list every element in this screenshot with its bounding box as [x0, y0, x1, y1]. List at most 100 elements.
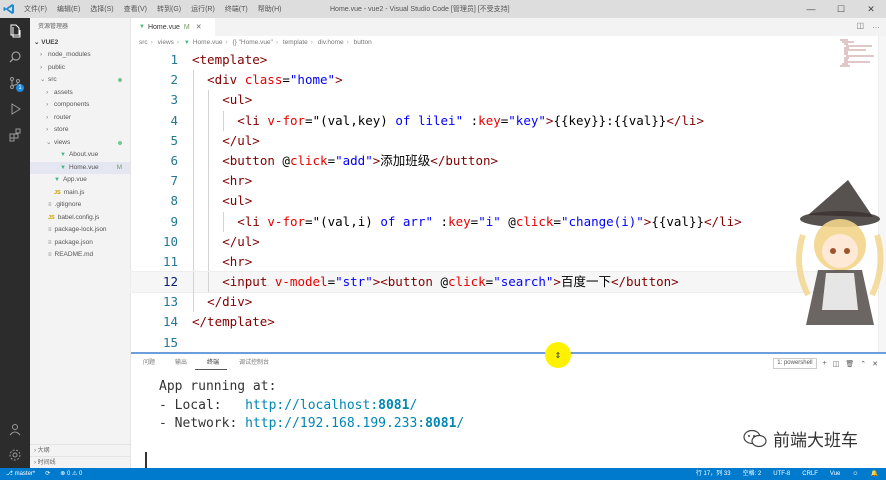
network-port[interactable]: 8081 — [425, 416, 456, 431]
code-line[interactable]: 13 </div> — [131, 292, 836, 313]
language-mode[interactable]: Vue — [830, 468, 840, 480]
tree-item-label: assets — [54, 88, 73, 96]
run-debug-icon[interactable] — [0, 96, 30, 122]
tab-home-vue[interactable]: ▼ Home.vue M ✕ — [131, 18, 215, 36]
code-line[interactable]: 3 <ul> — [131, 90, 836, 111]
tree-file[interactable]: ≡ package.json — [30, 237, 130, 250]
code-line[interactable]: 11 <hr> — [131, 251, 836, 273]
explorer-icon[interactable] — [0, 18, 30, 44]
tab-close-icon[interactable]: ✕ — [196, 23, 202, 31]
minimize-icon[interactable]: — — [796, 0, 826, 18]
panel-close-icon[interactable]: ✕ — [872, 360, 878, 368]
tab-terminal[interactable]: 终端 — [195, 356, 228, 370]
tree-folder[interactable]: › assets — [30, 87, 130, 100]
breadcrumb-item[interactable]: button — [354, 39, 372, 46]
code-line[interactable]: 12 <input v-model="str"><button @click="s… — [130, 271, 837, 294]
tree-folder[interactable]: › node_modules — [30, 49, 130, 62]
account-icon[interactable] — [0, 416, 30, 442]
code-line[interactable]: 14 </template> — [131, 312, 836, 332]
code-line[interactable]: 8 <ul> — [131, 191, 836, 212]
tree-file[interactable]: ≡ package-lock.json — [30, 224, 130, 237]
tree-folder[interactable]: › router — [30, 112, 130, 125]
tab-output[interactable]: 输出 — [163, 356, 195, 370]
local-url[interactable]: http://localhost: — [245, 398, 378, 413]
breadcrumb-item[interactable]: Home.vue — [193, 39, 223, 46]
tab-problems[interactable]: 问题 — [131, 356, 163, 370]
code-token: <hr> — [222, 173, 253, 189]
tree-folder[interactable]: ⌄ views — [30, 137, 130, 150]
search-icon[interactable] — [0, 44, 30, 70]
tree-folder[interactable]: › store — [30, 124, 130, 137]
tree-folder[interactable]: › components — [30, 99, 130, 112]
tree-folder[interactable]: ⌄ src — [30, 74, 130, 87]
local-port[interactable]: 8081 — [378, 398, 409, 413]
tree-file[interactable]: ≡ .gitignore — [30, 199, 130, 212]
code-line[interactable]: 7 <hr> — [131, 171, 836, 192]
menu-view[interactable]: 查看(V) — [124, 4, 147, 14]
breadcrumb-item[interactable]: div.home — [318, 39, 344, 46]
tree-folder[interactable]: › public — [30, 62, 130, 75]
close-icon[interactable]: ✕ — [856, 0, 886, 18]
indent-guide — [208, 150, 210, 172]
breadcrumb-item[interactable]: template — [283, 39, 308, 46]
indentation[interactable]: 空格: 2 — [743, 468, 762, 480]
code-line[interactable]: 1 <template> — [131, 50, 836, 70]
tree-file[interactable]: ▼ About.vue — [30, 149, 130, 162]
code-line[interactable]: 2 <div class="home"> — [131, 70, 836, 91]
breadcrumb-item[interactable]: {} "Home.vue" — [232, 39, 272, 46]
menu-help[interactable]: 帮助(H) — [258, 4, 282, 14]
tree-file[interactable]: ≡ README.md — [30, 249, 130, 262]
line-ending[interactable]: CRLF — [802, 468, 818, 480]
code-line[interactable]: 10 </ul> — [131, 231, 836, 252]
code-line[interactable]: 6 <button @click="add">添加班级</button> — [131, 150, 836, 172]
new-terminal-icon[interactable]: + — [823, 360, 827, 367]
problems-indicator[interactable]: ⊗ 0 ⚠ 0 — [60, 468, 82, 480]
breadcrumb-item[interactable]: src — [139, 39, 148, 46]
settings-gear-icon[interactable] — [0, 442, 30, 468]
notifications-bell-icon[interactable]: 🔔 — [871, 468, 878, 480]
code-line[interactable]: 9 <li v-for="(val,i) of arr" :key = "i" @cl… — [131, 211, 836, 232]
tree-file[interactable]: JS main.js — [30, 187, 130, 200]
breadcrumb-item[interactable]: views — [158, 39, 174, 46]
maximize-icon[interactable]: ☐ — [826, 0, 856, 18]
menu-terminal[interactable]: 终端(T) — [225, 4, 248, 14]
more-actions-icon[interactable]: … — [872, 21, 880, 30]
network-url[interactable]: http://192.168.199.233: — [245, 416, 425, 431]
timeline-section[interactable]: › 时间线 — [30, 456, 130, 468]
split-editor-icon[interactable]: ◫ — [856, 21, 864, 30]
menu-selection[interactable]: 选择(S) — [90, 4, 113, 14]
chevron-up-icon[interactable]: ⌃ — [860, 360, 866, 368]
project-folder[interactable]: ⌄ VUE2 — [30, 36, 130, 49]
network-url-tail[interactable]: / — [456, 416, 464, 431]
sync-icon[interactable]: ⟳ — [45, 468, 50, 480]
split-terminal-icon[interactable]: ◫ — [833, 360, 840, 368]
tree-file[interactable]: ▼ App.vue — [30, 174, 130, 187]
terminal-output[interactable]: App running at: - Local: http://localhos… — [159, 378, 464, 434]
menu-go[interactable]: 转到(G) — [157, 4, 181, 14]
code-editor[interactable]: 1 <template> 2 <div class="home"> 3 <ul> 4 <li … — [130, 50, 837, 353]
tab-debug-console[interactable]: 调试控制台 — [227, 356, 277, 370]
tree-file[interactable]: ▼ Home.vue M — [30, 161, 130, 174]
extensions-icon[interactable] — [0, 122, 30, 148]
code-line[interactable]: 5 </ul> — [131, 130, 836, 151]
source-control-icon[interactable]: 1 — [0, 70, 30, 96]
indent-guide — [208, 211, 210, 232]
menu-file[interactable]: 文件(F) — [24, 4, 47, 14]
trash-icon[interactable]: 🗑 — [845, 360, 854, 368]
cursor-position[interactable]: 行 17，列 33 — [696, 468, 731, 480]
branch-indicator[interactable]: ⎇ master* — [6, 468, 35, 480]
menu-edit[interactable]: 编辑(E) — [57, 4, 80, 14]
tree-item-label: README.md — [54, 251, 94, 258]
menu-run[interactable]: 运行(R) — [191, 4, 215, 14]
code-line[interactable]: 15 — [131, 333, 836, 353]
encoding[interactable]: UTF-8 — [773, 468, 790, 480]
feedback-icon[interactable]: ☺ — [852, 468, 858, 480]
terminal-select[interactable]: 1: powershell — [773, 358, 817, 369]
panel-actions: 1: powershell + ◫ 🗑 ⌃ ✕ — [773, 358, 878, 369]
code-line[interactable]: 4 <li v-for="(val,key) of lilei" :key="ke… — [131, 110, 836, 131]
outline-section[interactable]: › 大纲 — [30, 444, 130, 456]
local-url-tail[interactable]: / — [409, 398, 417, 413]
tree-file[interactable]: JS babel.config.js — [30, 212, 130, 225]
code-text: <input v-model="str"><button @click="sea… — [222, 272, 679, 292]
code-token: > — [553, 274, 561, 290]
